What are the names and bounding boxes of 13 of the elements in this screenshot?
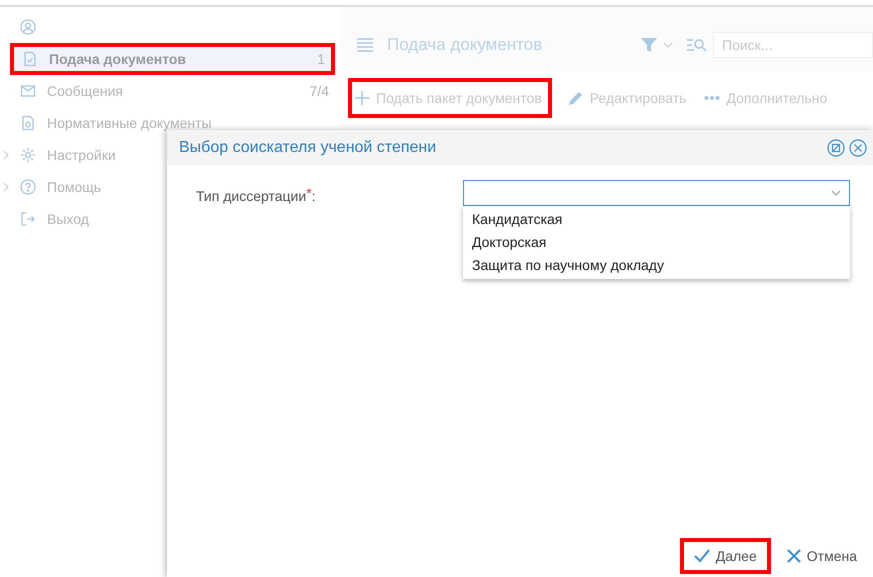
sidebar-label: Сообщения <box>47 82 123 101</box>
count-label: 7/4 <box>310 82 329 100</box>
page-title: Подача документов <box>387 34 542 56</box>
required-mark: * <box>306 186 312 200</box>
dialog-title: Выбор соискателя ученой степени <box>179 138 436 158</box>
sidebar-label: Помощь <box>47 178 102 197</box>
label-colon: : <box>312 187 316 206</box>
count-label: 1 <box>317 50 325 68</box>
field-label: Тип диссертации <box>196 187 306 206</box>
sidebar-label: Нормативные документы <box>47 114 212 133</box>
sidebar-label: Настройки <box>47 146 116 165</box>
sidebar-label: Подача документов <box>49 50 186 69</box>
sidebar-label: Выход <box>47 210 89 229</box>
